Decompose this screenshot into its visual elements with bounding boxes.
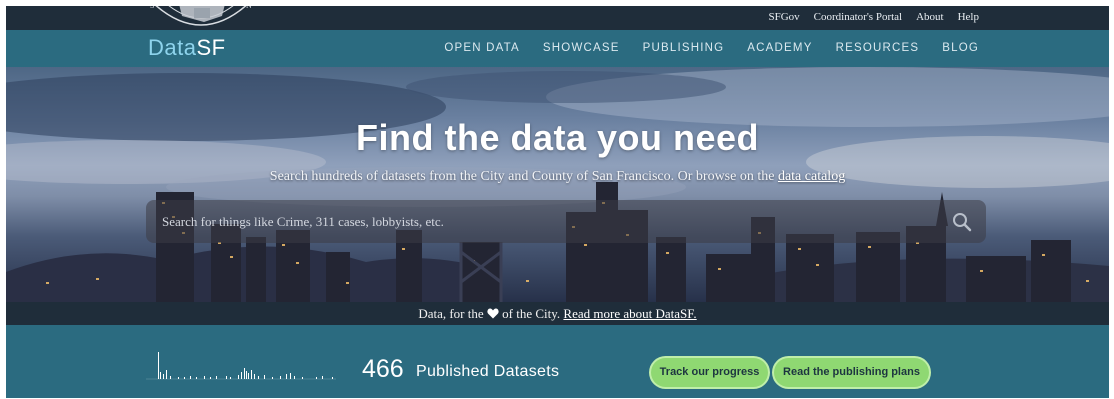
tagline-suffix: of the City. (502, 306, 561, 321)
hero-subtitle-text: Search hundreds of datasets from the Cit… (269, 169, 778, 184)
main-nav-bar: DataSF OPEN DATA SHOWCASE PUBLISHING ACA… (6, 30, 1109, 67)
tagline-prefix: Data, for the (418, 306, 484, 321)
svg-text:N: N (246, 6, 252, 10)
dataset-search-box (146, 200, 986, 243)
tagline-bar: Data, for the of the City. Read more abo… (6, 302, 1109, 325)
page: S N SFGov Coordinator's Portal About Hel… (6, 6, 1109, 398)
utility-link-coordinators-portal[interactable]: Coordinator's Portal (814, 11, 902, 23)
brand-logo[interactable]: DataSF (148, 35, 226, 61)
brand-part-data: Data (148, 35, 197, 60)
dataset-count-label: Published Datasets (416, 363, 560, 380)
publishing-plans-button[interactable]: Read the publishing plans (774, 358, 929, 387)
utility-link-sfgov[interactable]: SFGov (768, 11, 799, 23)
utility-nav: SFGov Coordinator's Portal About Help (768, 11, 979, 23)
hero-banner: Find the data you need Search hundreds o… (6, 67, 1109, 302)
publishing-sparkline (146, 352, 336, 380)
utility-link-help[interactable]: Help (958, 11, 979, 23)
nav-blog[interactable]: BLOG (942, 42, 979, 54)
dataset-count: 466 (362, 355, 404, 383)
nav-academy[interactable]: ACADEMY (747, 42, 812, 54)
heart-icon (487, 308, 499, 319)
hero-subtitle: Search hundreds of datasets from the Cit… (6, 169, 1109, 185)
nav-open-data[interactable]: OPEN DATA (444, 42, 520, 54)
utility-bar: S N SFGov Coordinator's Portal About Hel… (6, 6, 1109, 30)
city-seal-logo[interactable]: S N (142, 6, 260, 30)
svg-text:S: S (150, 6, 154, 10)
nav-resources[interactable]: RESOURCES (836, 42, 920, 54)
main-nav: OPEN DATA SHOWCASE PUBLISHING ACADEMY RE… (444, 42, 979, 54)
brand-part-sf: SF (196, 35, 226, 60)
about-datasf-link[interactable]: Read more about DataSF. (563, 306, 696, 321)
track-progress-button[interactable]: Track our progress (651, 358, 768, 387)
nav-showcase[interactable]: SHOWCASE (543, 42, 620, 54)
stats-band: 466 Published Datasets Track our progres… (6, 325, 1109, 398)
utility-link-about[interactable]: About (916, 11, 944, 23)
dataset-search-input[interactable] (160, 212, 941, 231)
hero-title: Find the data you need (355, 117, 760, 158)
data-catalog-link[interactable]: data catalog (778, 169, 845, 184)
search-icon[interactable] (952, 212, 972, 232)
nav-publishing[interactable]: PUBLISHING (643, 42, 725, 54)
